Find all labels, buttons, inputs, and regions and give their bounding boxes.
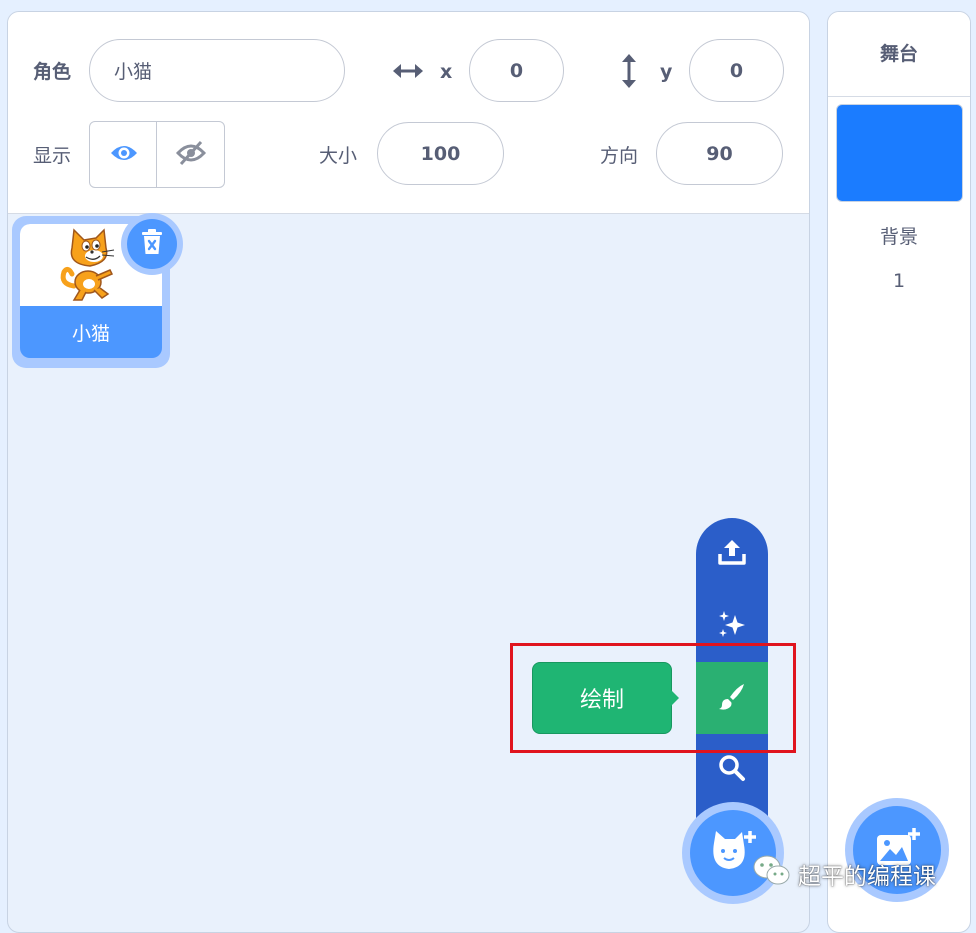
y-label: y <box>660 61 673 83</box>
upload-icon <box>717 538 747 570</box>
sprite-name-value: 小猫 <box>114 61 153 83</box>
sprite-label: 角色 <box>33 61 72 83</box>
x-input[interactable]: 0 <box>469 39 564 102</box>
show-visible-button[interactable] <box>89 121 158 188</box>
sprite-tile-name: 小猫 <box>71 322 110 345</box>
stage-pane: 舞台 背景 1 <box>827 11 971 933</box>
stage-thumbnail[interactable] <box>836 104 963 202</box>
red-highlight-box <box>510 643 796 753</box>
sprite-name-input[interactable]: 小猫 <box>89 39 345 102</box>
direction-label: 方向 <box>600 145 639 167</box>
x-arrows-icon <box>391 59 425 87</box>
backdrop-label: 背景 <box>879 226 918 248</box>
sprite-info-panel: 角色 小猫 x 0 y 0 显示 大小 100 方向 90 <box>8 12 809 214</box>
direction-value: 90 <box>706 142 733 165</box>
size-label: 大小 <box>319 145 358 167</box>
sprite-pane: 角色 小猫 x 0 y 0 显示 大小 100 方向 90 <box>7 11 810 933</box>
upload-sprite-button[interactable] <box>696 518 768 590</box>
size-value: 100 <box>420 142 461 165</box>
size-input[interactable]: 100 <box>377 122 504 185</box>
wechat-icon <box>752 854 792 894</box>
eye-slash-icon <box>175 140 206 170</box>
show-label: 显示 <box>33 145 72 167</box>
sparkle-icon <box>717 609 747 643</box>
y-arrows-icon <box>617 52 641 94</box>
delete-sprite-button[interactable] <box>127 219 177 269</box>
y-input[interactable]: 0 <box>689 39 784 102</box>
direction-input[interactable]: 90 <box>656 122 783 185</box>
x-label: x <box>440 61 453 83</box>
trash-icon <box>140 229 164 259</box>
stage-title: 舞台 <box>879 43 918 65</box>
eye-icon <box>109 142 139 168</box>
search-icon <box>717 753 747 787</box>
watermark: 超平的编程课 <box>752 854 936 894</box>
show-hidden-button[interactable] <box>156 121 225 188</box>
watermark-text: 超平的编程课 <box>798 864 936 890</box>
x-value: 0 <box>509 59 524 82</box>
y-value: 0 <box>729 59 744 82</box>
stage-header: 舞台 <box>828 12 970 97</box>
cat-add-icon <box>710 829 756 877</box>
backdrop-count: 1 <box>892 270 906 292</box>
cat-sprite-icon <box>58 228 124 306</box>
